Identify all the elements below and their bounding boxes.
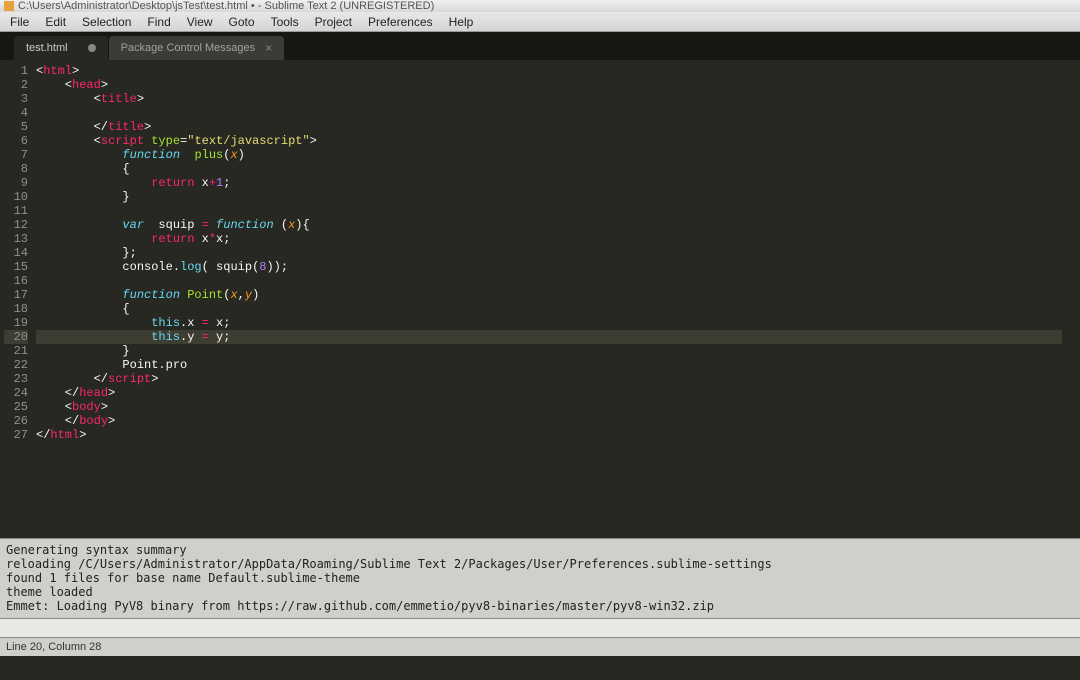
cursor-position: Line 20, Column 28 [6, 641, 101, 653]
menu-view[interactable]: View [179, 13, 221, 31]
window-title-bar: C:\Users\Administrator\Desktop\jsTest\te… [0, 0, 1080, 12]
line-number: 27 [4, 428, 28, 442]
line-number: 7 [4, 148, 28, 162]
tab-bar: test.html Package Control Messages × [0, 32, 1080, 60]
line-number: 13 [4, 232, 28, 246]
line-number: 17 [4, 288, 28, 302]
menu-file[interactable]: File [2, 13, 37, 31]
line-number: 11 [4, 204, 28, 218]
editor[interactable]: 1234567891011121314151617181920212223242… [0, 60, 1080, 538]
menu-goto[interactable]: Goto [221, 13, 263, 31]
tab-label: Package Control Messages [121, 42, 256, 54]
console-input[interactable] [0, 618, 1080, 638]
line-number: 24 [4, 386, 28, 400]
code-line[interactable]: } [36, 344, 1062, 358]
code-line[interactable]: <script type="text/javascript"> [36, 134, 1062, 148]
code-line[interactable]: } [36, 190, 1062, 204]
line-number: 22 [4, 358, 28, 372]
menu-selection[interactable]: Selection [74, 13, 139, 31]
menu-tools[interactable]: Tools [263, 13, 307, 31]
line-number: 16 [4, 274, 28, 288]
code-line[interactable]: console.log( squip(8)); [36, 260, 1062, 274]
menu-project[interactable]: Project [307, 13, 360, 31]
code-line[interactable]: </title> [36, 120, 1062, 134]
code-line[interactable]: this.x = x; [36, 316, 1062, 330]
code-area[interactable]: <html> <head> <title> </title> <script t… [36, 60, 1062, 538]
tab-label: test.html [26, 42, 68, 54]
line-number: 2 [4, 78, 28, 92]
dirty-indicator-icon [88, 44, 96, 52]
close-icon[interactable]: × [265, 41, 272, 55]
code-line[interactable]: { [36, 302, 1062, 316]
code-line[interactable]: </body> [36, 414, 1062, 428]
code-line[interactable] [36, 106, 1062, 120]
line-number: 25 [4, 400, 28, 414]
window-title: C:\Users\Administrator\Desktop\jsTest\te… [18, 0, 434, 12]
line-number: 23 [4, 372, 28, 386]
code-line[interactable]: </head> [36, 386, 1062, 400]
console-output: Generating syntax summary reloading /C/U… [0, 538, 1080, 618]
line-number: 10 [4, 190, 28, 204]
line-number: 14 [4, 246, 28, 260]
code-line[interactable]: <head> [36, 78, 1062, 92]
status-bar: Line 20, Column 28 [0, 638, 1080, 656]
code-line[interactable]: </script> [36, 372, 1062, 386]
code-line[interactable]: </html> [36, 428, 1062, 442]
code-line[interactable]: Point.pro [36, 358, 1062, 372]
line-number: 12 [4, 218, 28, 232]
line-number: 9 [4, 176, 28, 190]
menu-edit[interactable]: Edit [37, 13, 74, 31]
code-line[interactable]: return x*x; [36, 232, 1062, 246]
code-line[interactable]: function Point(x,y) [36, 288, 1062, 302]
line-number: 18 [4, 302, 28, 316]
code-line[interactable]: <html> [36, 64, 1062, 78]
line-number: 21 [4, 344, 28, 358]
code-line[interactable]: }; [36, 246, 1062, 260]
menu-find[interactable]: Find [139, 13, 178, 31]
tab-active[interactable]: test.html [14, 36, 108, 60]
line-number: 19 [4, 316, 28, 330]
line-number: 26 [4, 414, 28, 428]
line-number: 5 [4, 120, 28, 134]
code-line[interactable]: <title> [36, 92, 1062, 106]
code-line[interactable]: <body> [36, 400, 1062, 414]
line-number: 6 [4, 134, 28, 148]
line-number: 4 [4, 106, 28, 120]
line-number: 3 [4, 92, 28, 106]
tab-package-control[interactable]: Package Control Messages × [109, 36, 285, 60]
line-number: 15 [4, 260, 28, 274]
line-number: 1 [4, 64, 28, 78]
code-line[interactable] [36, 204, 1062, 218]
code-line[interactable]: return x+1; [36, 176, 1062, 190]
menu-bar: FileEditSelectionFindViewGotoToolsProjec… [0, 12, 1080, 32]
minimap[interactable] [1062, 60, 1080, 538]
code-line[interactable]: function plus(x) [36, 148, 1062, 162]
code-line[interactable]: var squip = function (x){ [36, 218, 1062, 232]
line-number: 20 [4, 330, 28, 344]
line-gutter: 1234567891011121314151617181920212223242… [0, 60, 36, 538]
menu-preferences[interactable]: Preferences [360, 13, 441, 31]
code-line[interactable]: { [36, 162, 1062, 176]
line-number: 8 [4, 162, 28, 176]
code-line[interactable] [36, 274, 1062, 288]
app-icon [4, 1, 14, 11]
code-line[interactable]: this.y = y; [36, 330, 1062, 344]
menu-help[interactable]: Help [441, 13, 482, 31]
